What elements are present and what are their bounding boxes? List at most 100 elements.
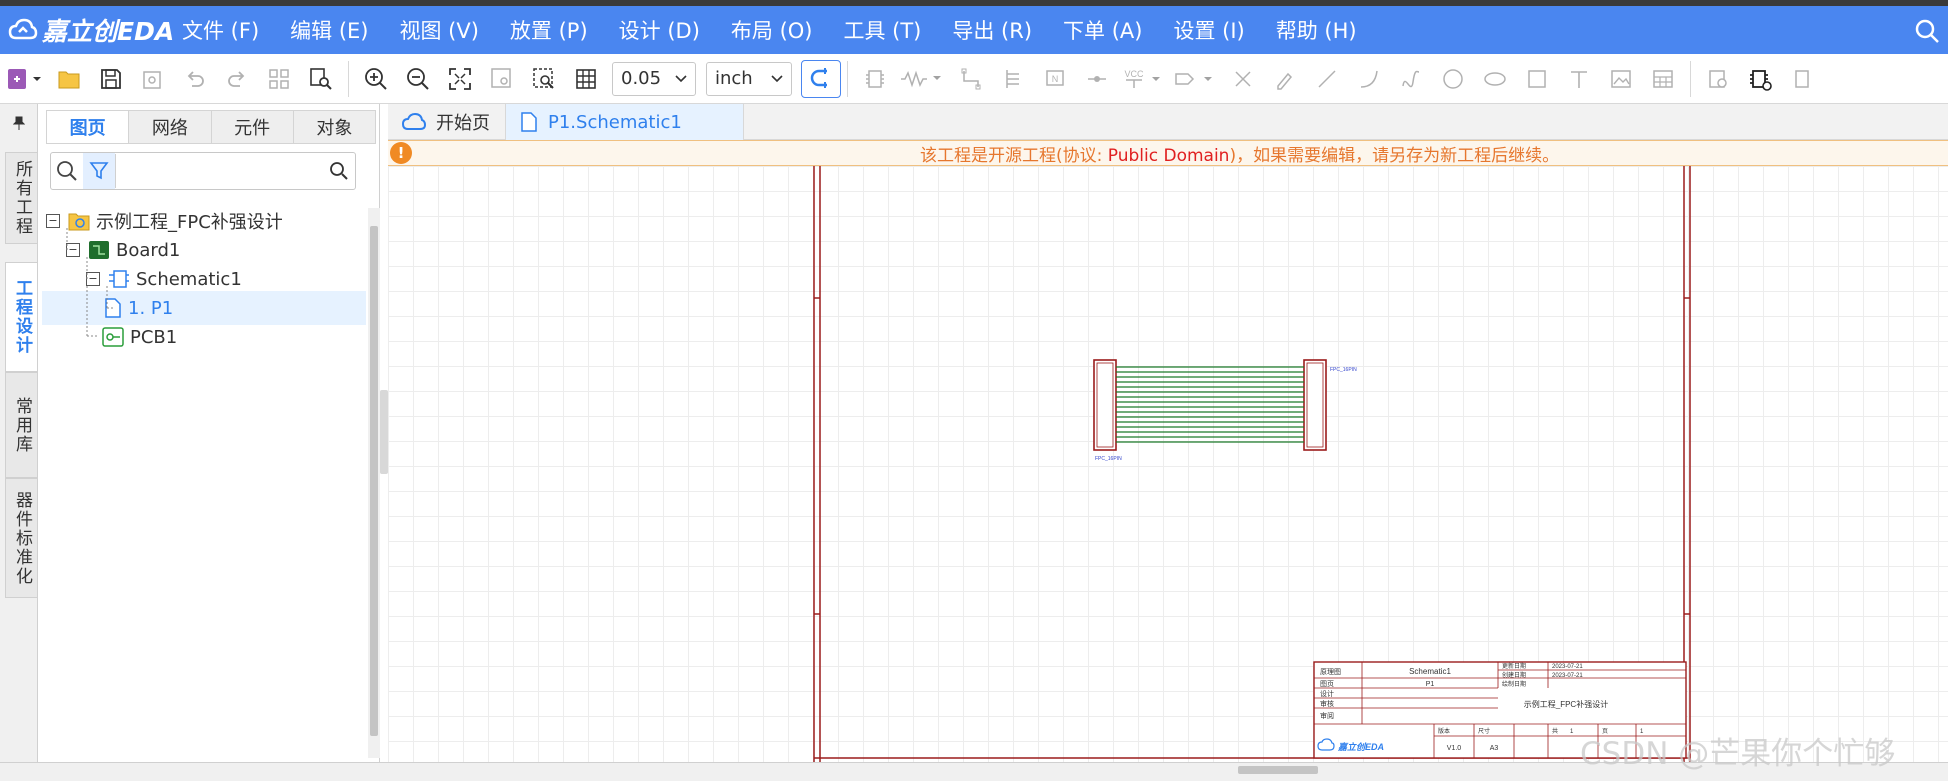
scrollbar-thumb[interactable] bbox=[1238, 766, 1318, 774]
place-bus-button[interactable] bbox=[992, 58, 1034, 100]
menu-order[interactable]: 下单 (A) bbox=[1063, 15, 1142, 45]
connector-right[interactable]: FPC_16PIN bbox=[1303, 359, 1357, 451]
tab-start-page[interactable]: 开始页 bbox=[388, 104, 506, 140]
draw-arc-button[interactable] bbox=[1348, 58, 1390, 100]
filter-icon bbox=[89, 162, 109, 180]
draw-freehand-button[interactable] bbox=[1264, 58, 1306, 100]
save-as-button[interactable] bbox=[132, 58, 174, 100]
draw-circle-button[interactable] bbox=[1432, 58, 1474, 100]
place-wire-button[interactable] bbox=[950, 58, 992, 100]
toolbar-separator bbox=[1690, 60, 1691, 97]
vtab-all-projects[interactable]: 所有工程 bbox=[5, 152, 37, 244]
panel-collapse-handle[interactable] bbox=[380, 390, 388, 474]
grid-size-select[interactable]: 0.05 bbox=[612, 61, 696, 96]
place-net-label-button[interactable]: N bbox=[1034, 58, 1076, 100]
search-icon bbox=[330, 162, 348, 180]
place-image-button[interactable] bbox=[1600, 58, 1642, 100]
search-mode-button[interactable] bbox=[51, 153, 83, 189]
menu-layout[interactable]: 布局 (O) bbox=[731, 15, 813, 45]
resistor-icon bbox=[901, 70, 941, 87]
vtab-device-standardization[interactable]: 器件标准化 bbox=[5, 478, 37, 598]
place-resistor-button[interactable] bbox=[896, 58, 950, 100]
connector-right-label: FPC_16PIN bbox=[1330, 367, 1357, 373]
cloud-icon bbox=[402, 113, 426, 130]
zoom-in-button[interactable] bbox=[355, 58, 397, 100]
save-button[interactable] bbox=[90, 58, 132, 100]
no-connect-button[interactable] bbox=[1222, 58, 1264, 100]
scrollbar-thumb[interactable] bbox=[370, 226, 378, 736]
place-component-button[interactable] bbox=[854, 58, 896, 100]
tab-pages[interactable]: 图页 bbox=[47, 111, 130, 143]
connector-left[interactable]: FPC_16PIN bbox=[1093, 359, 1122, 462]
place-netport-button[interactable] bbox=[1170, 58, 1222, 100]
tree-guide-lines bbox=[66, 228, 113, 337]
vtab-common-library[interactable]: 常用库 bbox=[5, 372, 37, 478]
tab-nets[interactable]: 网络 bbox=[129, 111, 212, 143]
tb-page-label: 图页 bbox=[1320, 680, 1334, 688]
draw-line-button[interactable] bbox=[1306, 58, 1348, 100]
draw-rectangle-button[interactable] bbox=[1516, 58, 1558, 100]
chip-icon bbox=[1750, 69, 1772, 91]
app-logo[interactable]: 嘉立创EDA bbox=[0, 12, 182, 48]
draw-bezier-button[interactable] bbox=[1390, 58, 1432, 100]
more-tools-button[interactable] bbox=[1781, 58, 1823, 100]
chip-tool-button[interactable] bbox=[1739, 58, 1781, 100]
tb-create-label: 创建日期 bbox=[1502, 671, 1526, 679]
tb-version-label: 版本 bbox=[1438, 727, 1450, 735]
pin-icon[interactable] bbox=[13, 116, 25, 130]
schematic-drawing: FPC_16PIN FPC_16PIN 原理图 Schematic1 图页 P1… bbox=[813, 166, 1691, 762]
vtab-common-library-label: 常用库 bbox=[12, 396, 32, 454]
menu-view[interactable]: 视图 (V) bbox=[399, 15, 478, 45]
menu-place[interactable]: 放置 (P) bbox=[510, 15, 588, 45]
fit-view-button[interactable] bbox=[439, 58, 481, 100]
vtab-project-design[interactable]: 工程设计 bbox=[5, 262, 37, 372]
zoom-area-button[interactable] bbox=[523, 58, 565, 100]
vtab-all-projects-label: 所有工程 bbox=[12, 160, 32, 236]
place-junction-button[interactable] bbox=[1076, 58, 1118, 100]
tb-page-name: P1 bbox=[1426, 681, 1435, 688]
zoom-out-button[interactable] bbox=[397, 58, 439, 100]
toolbar-separator bbox=[847, 60, 848, 97]
tab-components[interactable]: 元件 bbox=[212, 111, 294, 143]
grid-size-value: 0.05 bbox=[621, 68, 662, 89]
schematic-canvas[interactable]: FPC_16PIN FPC_16PIN 原理图 Schematic1 图页 P1… bbox=[388, 166, 1948, 762]
place-table-button[interactable] bbox=[1642, 58, 1684, 100]
draw-ellipse-button[interactable] bbox=[1474, 58, 1516, 100]
unit-select[interactable]: inch bbox=[706, 61, 792, 96]
grid-toggle-button[interactable] bbox=[565, 58, 607, 100]
arc-icon bbox=[1360, 70, 1378, 88]
find-button[interactable] bbox=[300, 58, 342, 100]
redo-button[interactable] bbox=[216, 58, 258, 100]
open-source-notice-bar: ! 该工程是开源工程(协议: Public Domain)，如果需要编辑，请另存… bbox=[388, 140, 1948, 166]
menu-edit[interactable]: 编辑 (E) bbox=[290, 15, 368, 45]
tb-project-name: 示例工程_FPC补强设计 bbox=[1524, 699, 1608, 709]
place-text-button[interactable] bbox=[1558, 58, 1600, 100]
tab-p1-schematic[interactable]: P1.Schematic1 bbox=[506, 104, 744, 140]
filter-button[interactable] bbox=[83, 153, 115, 189]
open-folder-button[interactable] bbox=[48, 58, 90, 100]
design-check-button[interactable] bbox=[1697, 58, 1739, 100]
arrange-button[interactable] bbox=[258, 58, 300, 100]
menu-export[interactable]: 导出 (R) bbox=[952, 15, 1032, 45]
search-submit-button[interactable] bbox=[323, 153, 355, 189]
menu-settings[interactable]: 设置 (I) bbox=[1173, 15, 1244, 45]
place-power-button[interactable]: VCC bbox=[1118, 58, 1170, 100]
menu-help[interactable]: 帮助 (H) bbox=[1276, 15, 1357, 45]
tb-version: V1.0 bbox=[1447, 745, 1462, 752]
tb-design-label: 设计 bbox=[1320, 689, 1334, 698]
connector-left-label: FPC_16PIN bbox=[1095, 456, 1122, 462]
new-project-button[interactable] bbox=[0, 58, 48, 100]
wire-bundle[interactable] bbox=[1116, 366, 1304, 443]
undo-button[interactable] bbox=[174, 58, 216, 100]
panel-scrollbar[interactable] bbox=[368, 208, 380, 758]
menu-tools[interactable]: 工具 (T) bbox=[843, 15, 921, 45]
global-search-icon[interactable] bbox=[1914, 18, 1940, 44]
notice-license: Public Domain bbox=[1107, 145, 1230, 166]
tab-objects[interactable]: 对象 bbox=[294, 111, 375, 143]
folder-icon bbox=[58, 71, 80, 88]
snap-toggle-button[interactable] bbox=[801, 59, 841, 98]
menu-design[interactable]: 设计 (D) bbox=[619, 15, 700, 45]
menu-file[interactable]: 文件 (F) bbox=[182, 15, 259, 45]
panel-search-input[interactable] bbox=[115, 154, 323, 188]
zoom-selection-button[interactable] bbox=[481, 58, 523, 100]
